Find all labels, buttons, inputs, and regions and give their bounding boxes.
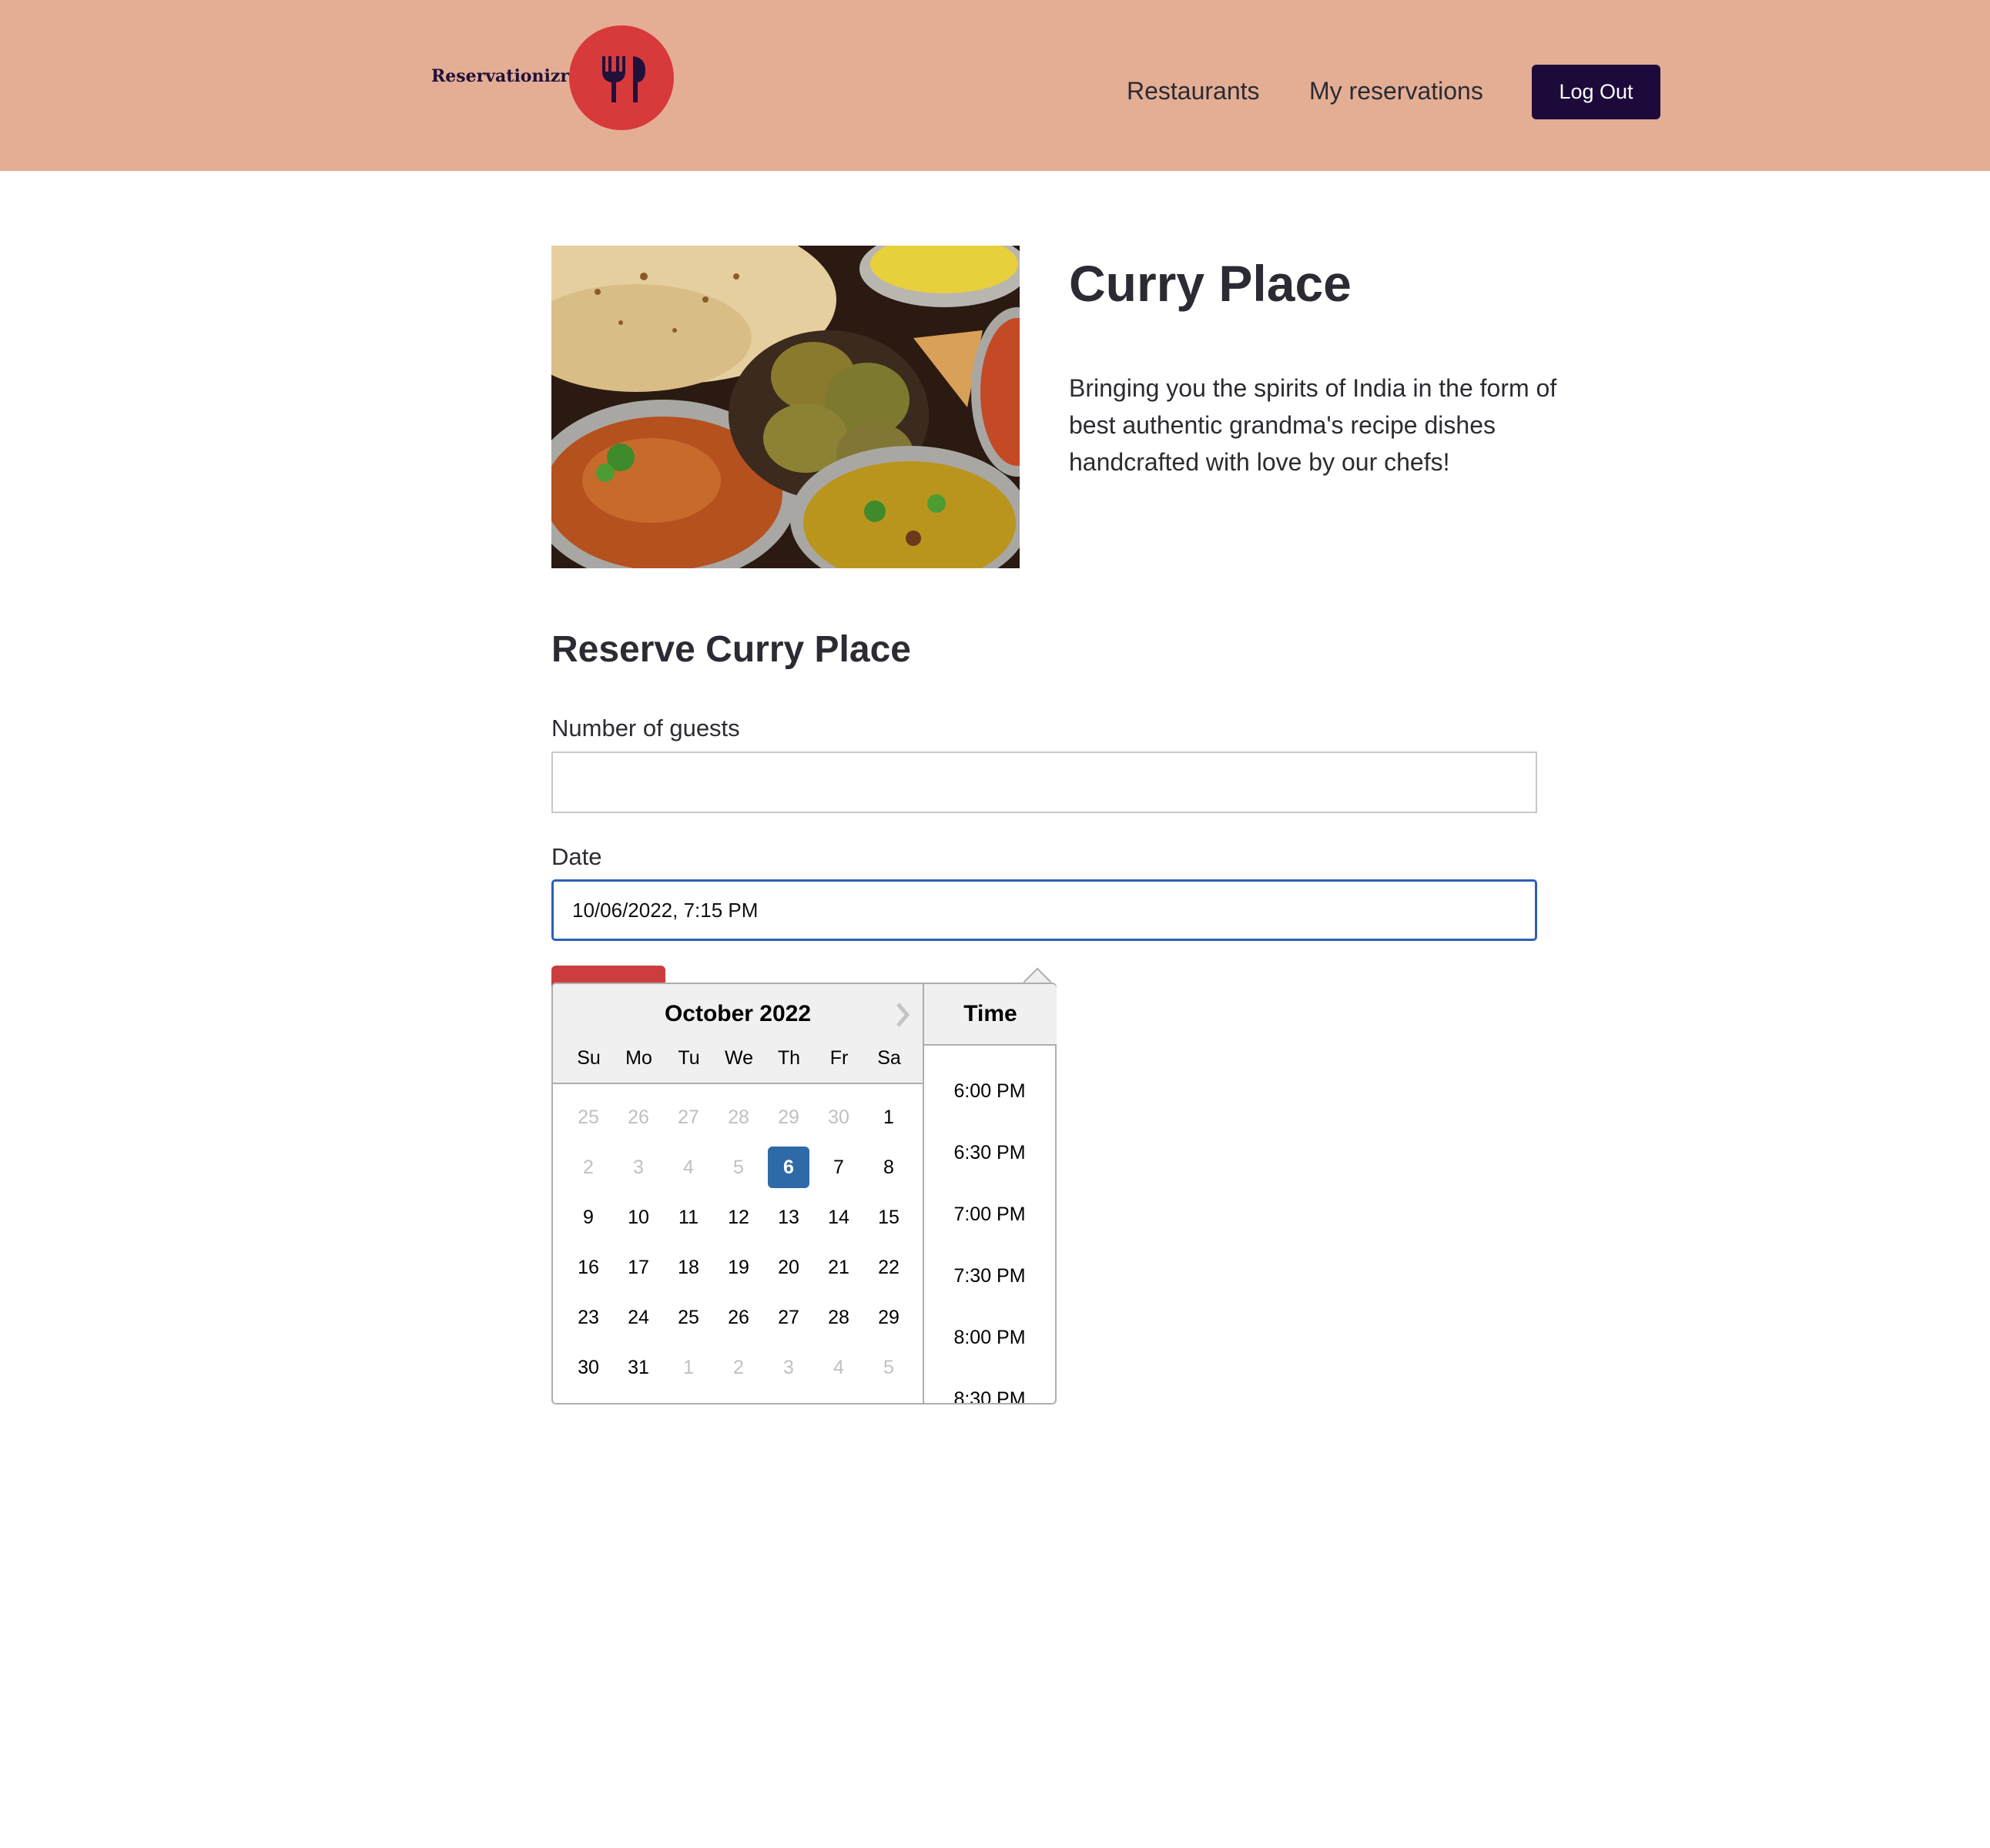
weekday-header: Sa xyxy=(877,1047,901,1069)
calendar-day[interactable]: 29 xyxy=(868,1297,910,1338)
calendar-day[interactable]: 4 xyxy=(818,1347,859,1388)
calendar-day[interactable]: 23 xyxy=(568,1297,609,1338)
guests-input[interactable] xyxy=(551,752,1537,813)
calendar-day[interactable]: 2 xyxy=(718,1347,759,1388)
calendar-day[interactable]: 30 xyxy=(818,1096,859,1138)
calendar-day[interactable]: 4 xyxy=(668,1147,709,1188)
logout-button[interactable]: Log Out xyxy=(1532,65,1660,119)
calendar-header: October 2022 Su Mo Tu We Th Fr Sa xyxy=(553,984,923,1084)
weekday-header: Fr xyxy=(829,1047,849,1069)
calendar-day[interactable]: 1 xyxy=(868,1096,910,1138)
site-header: Reservationizr Restaurants My reservatio… xyxy=(0,0,1990,171)
next-month-button[interactable] xyxy=(889,999,916,1030)
chevron-right-icon xyxy=(896,1003,910,1027)
brand-name: Reservationizr xyxy=(431,66,569,86)
calendar-day[interactable]: 28 xyxy=(718,1096,759,1138)
time-option[interactable]: 8:30 PM xyxy=(924,1388,1055,1403)
calendar-day[interactable]: 27 xyxy=(668,1096,709,1138)
date-label: Date xyxy=(551,843,602,870)
calendar-day[interactable]: 30 xyxy=(568,1347,609,1388)
calendar-day[interactable]: 26 xyxy=(718,1297,759,1338)
calendar-day[interactable]: 19 xyxy=(718,1247,759,1288)
nav-restaurants[interactable]: Restaurants xyxy=(1127,77,1260,105)
calendar-day[interactable]: 8 xyxy=(868,1147,910,1188)
calendar-day[interactable]: 31 xyxy=(618,1347,659,1388)
time-header: Time xyxy=(924,984,1057,1046)
weekday-header: We xyxy=(724,1047,754,1069)
restaurant-image xyxy=(551,246,1020,568)
calendar-day[interactable]: 2 xyxy=(568,1147,609,1188)
time-option[interactable]: 6:00 PM xyxy=(924,1080,1055,1103)
calendar-day[interactable]: 18 xyxy=(668,1247,709,1288)
calendar-day[interactable]: 14 xyxy=(818,1197,859,1238)
time-option[interactable]: 8:00 PM xyxy=(924,1327,1055,1349)
calendar-day[interactable]: 21 xyxy=(818,1247,859,1288)
calendar-day[interactable]: 26 xyxy=(618,1096,659,1138)
weekday-header: Tu xyxy=(678,1047,700,1069)
calendar-day[interactable]: 5 xyxy=(868,1347,910,1388)
calendar-day[interactable]: 25 xyxy=(668,1297,709,1338)
weekday-header: Su xyxy=(577,1047,601,1069)
time-option[interactable]: 7:00 PM xyxy=(924,1204,1055,1226)
calendar-day[interactable]: 11 xyxy=(668,1197,709,1238)
time-title: Time xyxy=(963,1001,1017,1026)
time-list[interactable]: Time 6:00 PM 6:30 PM 7:00 PM 7:30 PM 8:00 PM… xyxy=(923,984,1057,1403)
calendar-day[interactable]: 24 xyxy=(618,1297,659,1338)
calendar-day[interactable]: 20 xyxy=(768,1247,809,1288)
time-option[interactable]: 7:30 PM xyxy=(924,1265,1055,1287)
calendar-day-selected[interactable]: 6 xyxy=(768,1147,809,1188)
calendar-day[interactable]: 29 xyxy=(768,1096,809,1138)
weekday-header: Mo xyxy=(625,1047,652,1069)
calendar-day[interactable]: 22 xyxy=(868,1247,910,1288)
reserve-form-title: Reserve Curry Place xyxy=(551,629,911,670)
calendar-day[interactable]: 17 xyxy=(618,1247,659,1288)
datepicker-popup: October 2022 Su Mo Tu We Th Fr Sa 25 26 27 28 29 30… xyxy=(551,983,1057,1404)
calendar-day[interactable]: 7 xyxy=(818,1147,859,1188)
nav-my-reservations[interactable]: My reservations xyxy=(1309,77,1483,105)
calendar-day[interactable]: 1 xyxy=(668,1347,709,1388)
calendar-day[interactable]: 25 xyxy=(568,1096,609,1138)
fork-and-knife-icon xyxy=(602,56,645,102)
brand-logo[interactable] xyxy=(569,25,674,130)
calendar-day[interactable]: 28 xyxy=(818,1297,859,1338)
calendar-day[interactable]: 3 xyxy=(618,1147,659,1188)
guests-label: Number of guests xyxy=(551,715,740,742)
weekday-header: Th xyxy=(777,1047,801,1069)
date-input[interactable] xyxy=(551,879,1537,941)
calendar-day[interactable]: 16 xyxy=(568,1247,609,1288)
calendar-day[interactable]: 3 xyxy=(768,1347,809,1388)
calendar-day[interactable]: 27 xyxy=(768,1297,809,1338)
restaurant-title: Curry Place xyxy=(1069,255,1352,312)
calendar-day[interactable]: 15 xyxy=(868,1197,910,1238)
calendar-day[interactable]: 9 xyxy=(568,1197,609,1238)
restaurant-description: Bringing you the spirits of India in the… xyxy=(1069,374,1557,476)
current-month: October 2022 xyxy=(664,1001,812,1026)
time-option[interactable]: 6:30 PM xyxy=(924,1142,1055,1164)
calendar-day[interactable]: 5 xyxy=(718,1147,759,1188)
calendar-day[interactable]: 13 xyxy=(768,1197,809,1238)
calendar-day[interactable]: 10 xyxy=(618,1197,659,1238)
calendar-day[interactable]: 12 xyxy=(718,1197,759,1238)
